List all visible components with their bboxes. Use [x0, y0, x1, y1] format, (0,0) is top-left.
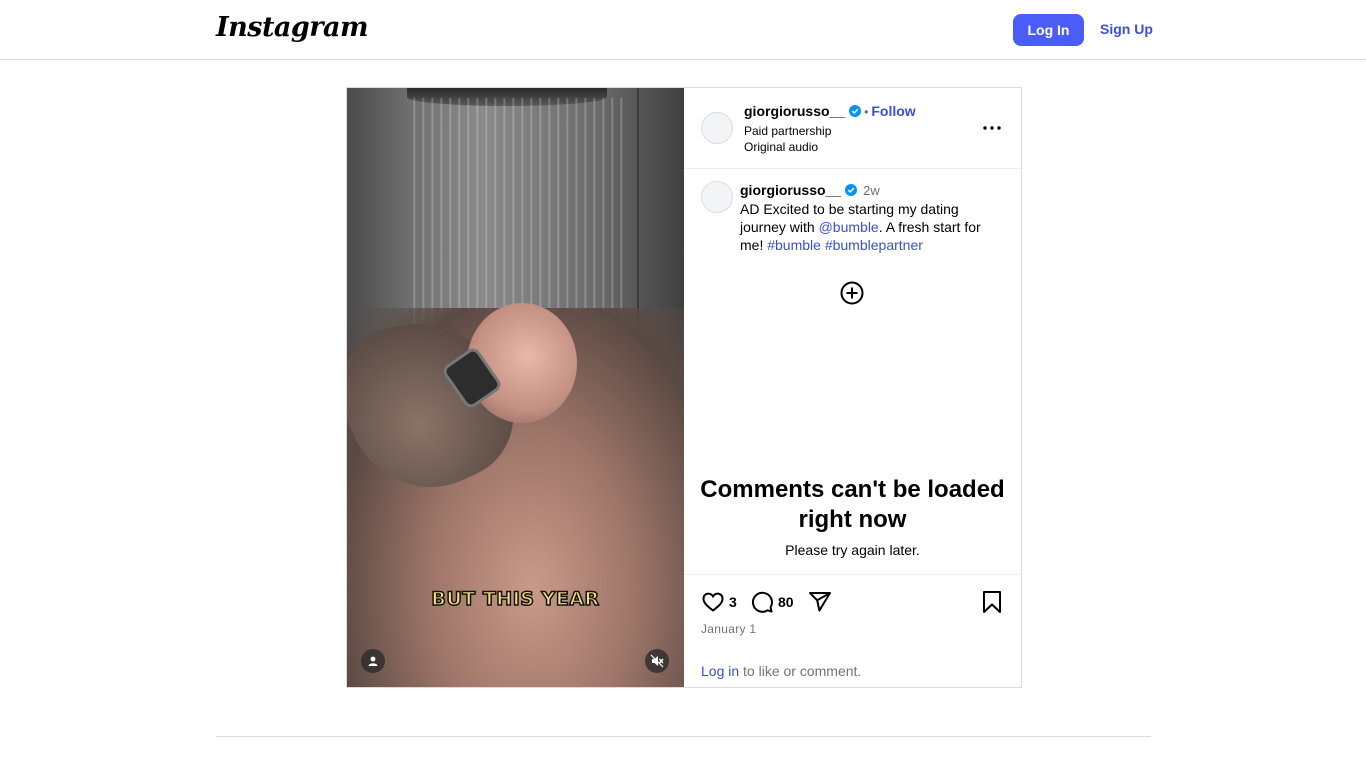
avatar[interactable]	[701, 112, 733, 144]
header-username[interactable]: giorgiorusso__	[744, 103, 845, 119]
post-container: BUT THIS YEAR giorgiorusso__ • Follow Paid…	[346, 87, 1022, 688]
original-audio-link[interactable]: Original audio	[744, 140, 818, 154]
post-time[interactable]: 2w	[863, 183, 880, 198]
verified-badge-icon	[845, 184, 858, 196]
caption-user-line: giorgiorusso__ 2w	[740, 182, 880, 198]
comments-error-title: Comments can't be loaded right now	[700, 476, 1005, 533]
share-button[interactable]	[808, 590, 832, 614]
hashtag-link[interactable]: #bumblepartner	[825, 237, 923, 253]
instagram-logo[interactable]: Instagram	[216, 12, 369, 43]
avatar[interactable]	[701, 181, 733, 213]
comment-button[interactable]: 80	[750, 590, 794, 614]
heart-icon	[702, 592, 724, 612]
login-prompt: Log in to like or comment.	[701, 663, 861, 679]
save-button[interactable]	[981, 590, 1003, 614]
like-button[interactable]: 3	[701, 590, 737, 614]
load-more-plus-icon[interactable]	[839, 280, 865, 306]
signup-link[interactable]: Sign Up	[1100, 21, 1153, 37]
login-inline-link[interactable]: Log in	[701, 663, 739, 679]
more-options-icon[interactable]	[982, 118, 1002, 138]
top-navigation-bar: Instagram Log In Sign Up	[0, 0, 1366, 60]
comment-count: 80	[778, 594, 794, 610]
comments-error-subtitle: Please try again later.	[785, 542, 920, 558]
post-date[interactable]: January 1	[701, 622, 756, 636]
share-icon	[809, 592, 831, 612]
post-header: giorgiorusso__ • Follow Paid partnership O…	[684, 88, 1021, 169]
caption-username[interactable]: giorgiorusso__	[740, 182, 841, 198]
post-sidebar: giorgiorusso__ • Follow Paid partnership O…	[684, 88, 1021, 687]
footer-divider	[216, 736, 1151, 737]
hashtag-link[interactable]: #bumble	[767, 237, 821, 253]
like-count: 3	[729, 594, 737, 610]
header-user-line: giorgiorusso__ • Follow	[744, 103, 916, 121]
caption-text: AD Excited to be starting my dating jour…	[740, 200, 1002, 254]
post-video[interactable]: BUT THIS YEAR	[347, 88, 684, 687]
login-prompt-text: to like or comment.	[739, 663, 862, 679]
comment-icon	[751, 591, 773, 613]
user-icon[interactable]	[361, 649, 385, 673]
mute-icon[interactable]	[645, 649, 669, 673]
separator-dot: •	[864, 105, 869, 119]
mention-link[interactable]: @bumble	[819, 219, 879, 235]
post-actions: 3 80 January 1 Log in to like or comment…	[684, 574, 1021, 688]
video-subtitle: BUT THIS YEAR	[431, 587, 600, 611]
paid-partnership-label[interactable]: Paid partnership	[744, 124, 831, 138]
bookmark-icon	[983, 591, 1001, 613]
follow-button[interactable]: Follow	[871, 103, 915, 119]
verified-badge-icon	[849, 105, 862, 117]
login-button[interactable]: Log In	[1013, 14, 1084, 46]
